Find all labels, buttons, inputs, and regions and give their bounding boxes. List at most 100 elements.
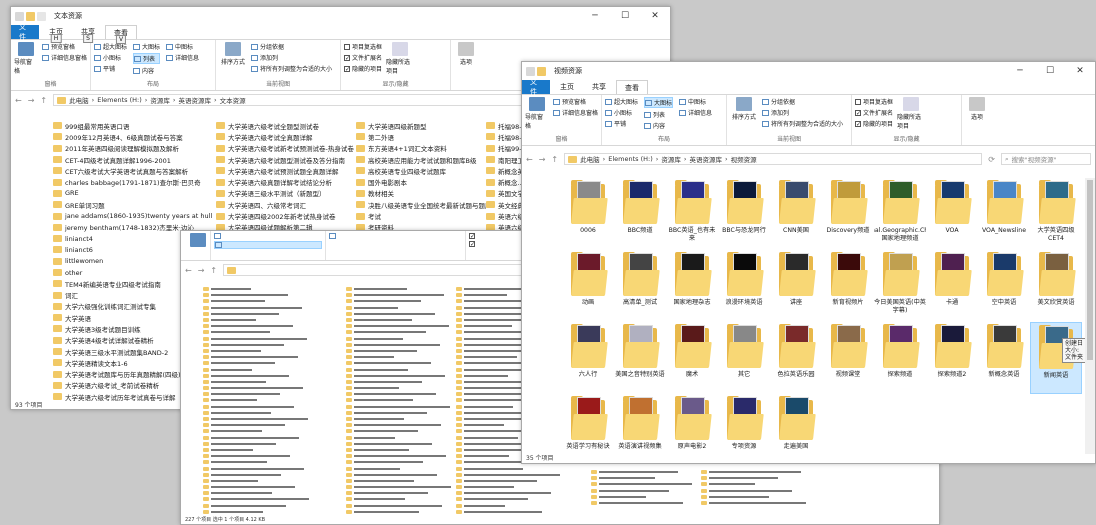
options-button[interactable]: 选项 xyxy=(454,42,478,88)
folder-tile[interactable]: 六人行 xyxy=(562,322,614,394)
back-icon[interactable]: ← xyxy=(15,96,22,105)
file-ext-toggle[interactable]: ✓ 文件扩展名 xyxy=(855,108,893,117)
layout-content[interactable]: 内容 xyxy=(133,66,160,75)
folder-tile[interactable]: 原声电影2 xyxy=(666,394,718,463)
layout-medium-icons[interactable]: 中图标 xyxy=(679,97,712,106)
folder-list-item[interactable]: 东方英语4+1词汇文本资料 xyxy=(356,143,486,154)
small-list-row[interactable] xyxy=(456,509,563,515)
hidden-items-toggle[interactable]: ✓ 隐藏的项目 xyxy=(344,64,382,73)
small-list-row[interactable] xyxy=(591,500,692,506)
options-button[interactable]: 选项 xyxy=(965,97,989,143)
tab-home[interactable]: 主页 H xyxy=(41,25,71,43)
tab-share[interactable]: 共享 S xyxy=(73,25,103,43)
layout-large-icons[interactable]: 大图标 xyxy=(133,42,160,51)
close-button[interactable]: ✕ xyxy=(640,7,670,25)
sort-button[interactable]: 排序方式 xyxy=(219,42,247,79)
search-input[interactable]: ⌕ 搜索"视频资源" xyxy=(1001,153,1091,165)
layout-small-icons[interactable]: 小图标 xyxy=(94,53,127,62)
folder-list-item[interactable]: charles babbage(1791-1871)查尔斯·巴贝奇 xyxy=(53,176,213,187)
forward-icon[interactable]: → xyxy=(28,96,35,105)
folder-list-item[interactable]: 大学英语六级考试全真题详解 xyxy=(216,131,356,142)
folder-tile[interactable]: 视频课堂 xyxy=(822,322,874,394)
folder-tile[interactable]: 探索频道 xyxy=(874,322,926,394)
folder-icon[interactable] xyxy=(26,11,35,21)
folder-list-item[interactable]: 英国文学... xyxy=(486,188,526,199)
folder-list-item[interactable]: 高校英语专业四级考试题库 xyxy=(356,165,486,176)
layout-xl-3[interactable] xyxy=(214,233,322,239)
group-by-3[interactable] xyxy=(329,233,462,239)
tab-file[interactable]: 文件 xyxy=(11,23,39,41)
folder-list-item[interactable]: 大学英语四级2002年新考试热身试卷 xyxy=(216,210,356,221)
tab-view[interactable]: 查看 V xyxy=(105,25,137,44)
minimize-button[interactable]: ─ xyxy=(1005,62,1035,80)
properties-icon[interactable] xyxy=(526,66,535,76)
folder-list-item[interactable]: GRE单词习题 xyxy=(53,199,213,210)
properties-icon[interactable] xyxy=(15,11,24,21)
group-by-button[interactable]: 分组依据 xyxy=(762,97,843,106)
undo-icon[interactable] xyxy=(37,11,46,21)
group-by-button[interactable]: 分组依据 xyxy=(251,42,332,51)
vertical-scrollbar[interactable] xyxy=(1085,178,1095,454)
back-icon[interactable]: ← xyxy=(526,155,533,164)
folder-list-item[interactable]: 2011年英语四级阅读理解模拟题及解析 xyxy=(53,143,213,154)
folder-tile[interactable]: BBC英语_也有未来 xyxy=(666,178,718,250)
maximize-button[interactable]: ☐ xyxy=(1035,62,1065,80)
item-checkbox-toggle[interactable]: 项目复选框 xyxy=(344,42,382,51)
preview-pane-button[interactable]: 预览窗格 xyxy=(41,42,87,51)
folder-tile[interactable]: 美文欣赏英语 xyxy=(1030,250,1082,322)
small-list-row[interactable] xyxy=(203,509,309,515)
folder-tile[interactable]: 讲座 xyxy=(770,250,822,322)
folder-tile[interactable]: VOA xyxy=(926,178,978,250)
folder-tile[interactable]: 大学英语四级CET4 xyxy=(1030,178,1082,250)
back-icon[interactable]: ← xyxy=(185,266,192,275)
fit-columns-button[interactable]: 将所有列调整为合适的大小 xyxy=(251,64,332,73)
folder-list-item[interactable]: 大学英语四、六级常考词汇 xyxy=(216,199,356,210)
folder-tile[interactable]: BBC频道 xyxy=(614,178,666,250)
folder-list-item[interactable]: 大学英语六级考试新考试预测试卷-热身试卷 xyxy=(216,143,356,154)
folder-list-item[interactable]: 新概念英语... xyxy=(486,165,526,176)
address-bar-3[interactable] xyxy=(223,264,544,276)
item-checkbox-toggle[interactable]: 项目复选框 xyxy=(855,97,893,106)
layout-content[interactable]: 内容 xyxy=(644,121,673,130)
refresh-icon[interactable]: ⟳ xyxy=(988,155,995,164)
details-pane-button[interactable]: 详细信息窗格 xyxy=(41,53,87,62)
forward-icon[interactable]: → xyxy=(198,266,205,275)
folder-list-item[interactable]: 教材相关 xyxy=(356,188,486,199)
folder-tile[interactable]: 英语演讲视频集 xyxy=(614,394,666,463)
close-button[interactable]: ✕ xyxy=(1065,62,1095,80)
folder-list-item[interactable]: CET-4四级考试真题详解1996-2001 xyxy=(53,154,213,165)
layout-list-3[interactable] xyxy=(214,241,322,249)
folder-tile[interactable]: VOA_Newsline xyxy=(978,178,1030,250)
folder-list-item[interactable]: 999组最常用英语口语 xyxy=(53,120,213,131)
preview-pane-button[interactable]: 预览窗格 xyxy=(552,97,598,106)
folder-tile[interactable]: 走遍美国 xyxy=(770,394,822,463)
folder-list-item[interactable]: jane addams(1860-1935)twenty years at hu… xyxy=(53,210,213,221)
details-pane-button[interactable]: 详细信息窗格 xyxy=(552,108,598,117)
up-icon[interactable]: ↑ xyxy=(210,266,217,275)
folder-tile[interactable]: BBC与恐龙同行 xyxy=(718,178,770,250)
hidden-items-toggle[interactable]: ✓ 隐藏的项目 xyxy=(855,119,893,128)
folder-list-item[interactable]: 大学英语六级真题详解考试结论分析 xyxy=(216,176,356,187)
folder-tile[interactable]: 新概念英语 xyxy=(978,322,1030,394)
nav-pane-button[interactable]: 导航窗格 xyxy=(525,97,549,134)
folder-tile[interactable]: 魔术 xyxy=(666,322,718,394)
folder-tile[interactable]: 专项资源 xyxy=(718,394,770,463)
layout-tiles[interactable]: 平铺 xyxy=(605,119,638,128)
folder-tile[interactable]: 0006 xyxy=(562,178,614,250)
folder-list-item[interactable]: 英语六级... xyxy=(486,210,526,221)
folder-list-item[interactable]: 2009年12月英语4、6级真题试卷与答案 xyxy=(53,131,213,142)
folder-list-item[interactable]: 决胜八级英语专业全国统考最新试题与题库 xyxy=(356,199,486,210)
folder-list-item[interactable]: 考试 xyxy=(356,210,486,221)
tab-share[interactable]: 共享 xyxy=(584,80,614,94)
sort-button[interactable]: 排序方式 xyxy=(730,97,758,134)
folder-tile[interactable]: 国家地理杂志 xyxy=(666,250,718,322)
folder-list-item[interactable]: 大学英语六级考试题型测试卷及答分指南 xyxy=(216,154,356,165)
folder-tile[interactable]: 空中英语 xyxy=(978,250,1030,322)
folder-list-item[interactable]: 托福98-8 xyxy=(486,131,526,142)
folder-list-item[interactable]: 第二外语 xyxy=(356,131,486,142)
small-list-row[interactable] xyxy=(346,509,451,515)
folder-tile[interactable]: 卡通 xyxy=(926,250,978,322)
folder-tile[interactable]: 浪漫环境英语 xyxy=(718,250,770,322)
folder-list-item[interactable]: 英文经典... xyxy=(486,199,526,210)
up-icon[interactable]: ↑ xyxy=(551,155,558,164)
